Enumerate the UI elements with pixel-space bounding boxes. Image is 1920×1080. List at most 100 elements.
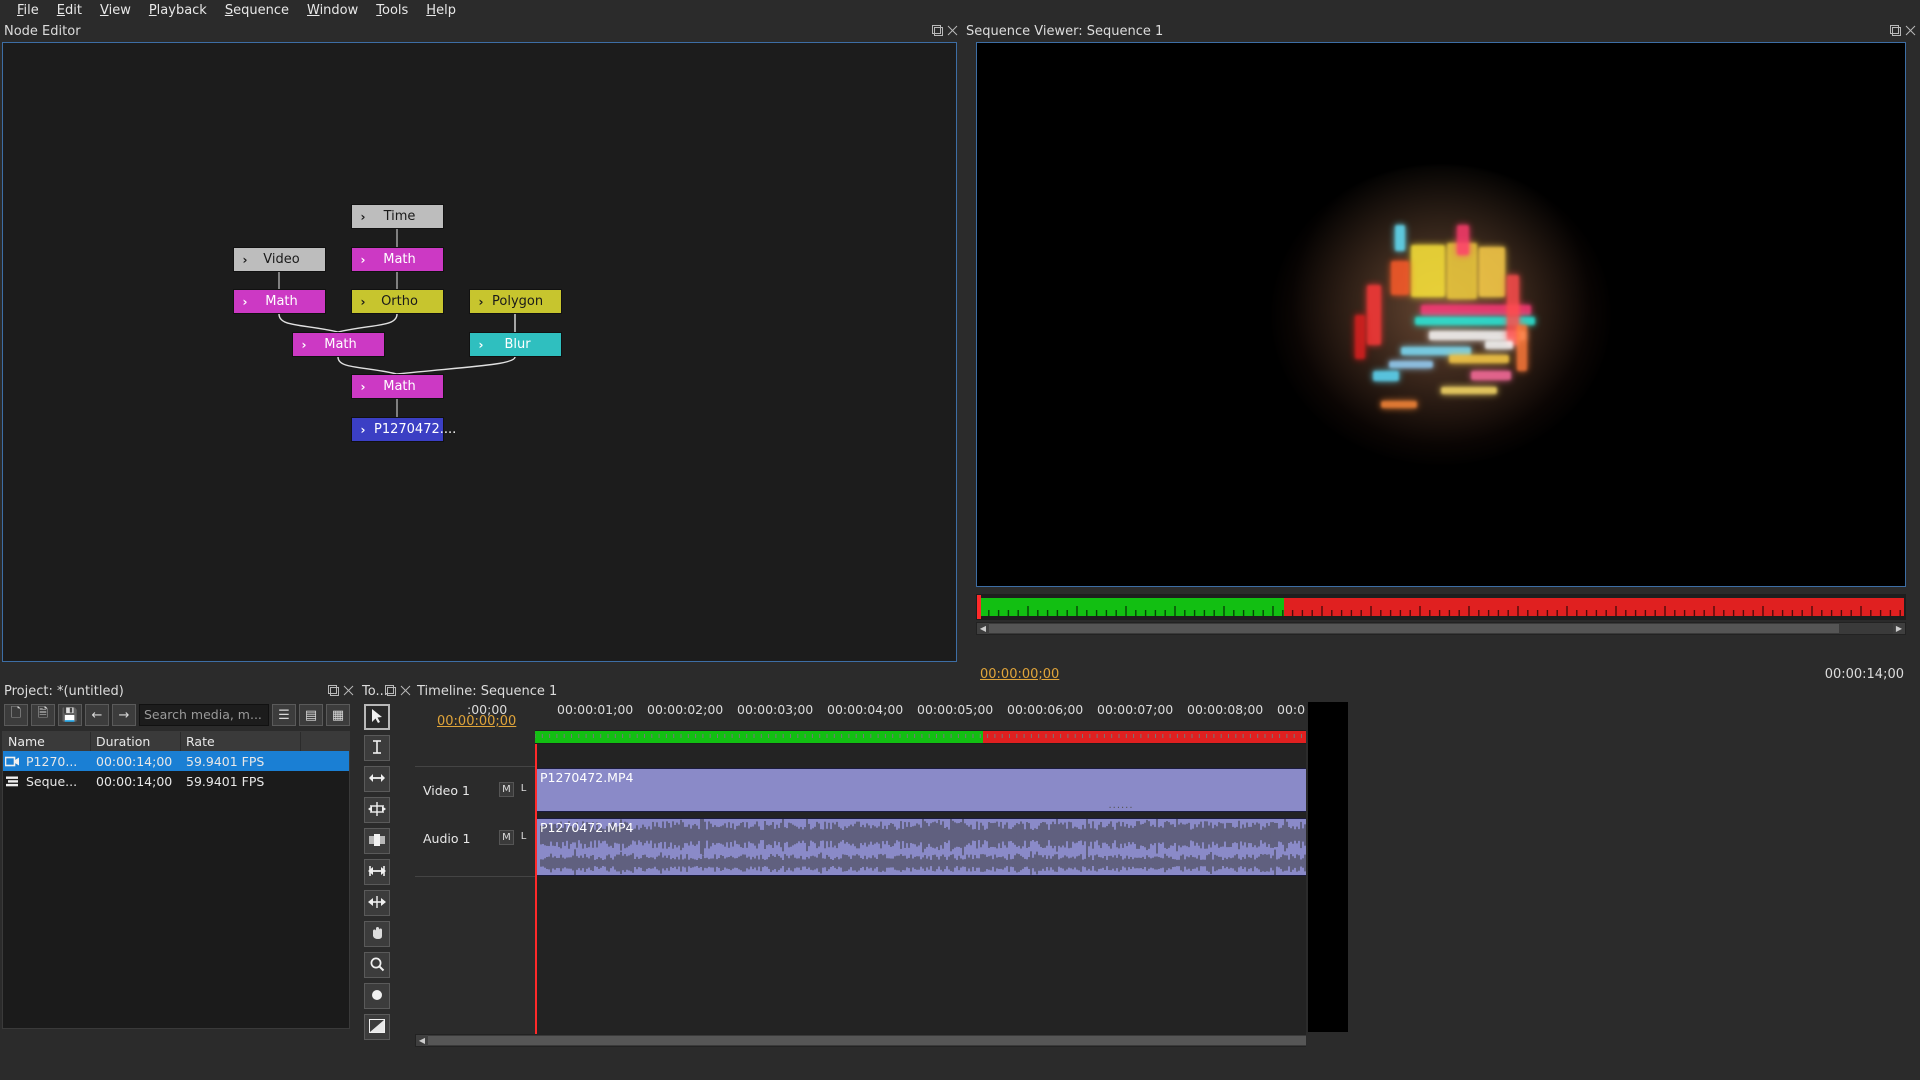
- edit-text-tool-icon: [369, 739, 385, 758]
- float-icon[interactable]: [385, 685, 396, 696]
- close-icon[interactable]: [400, 685, 411, 696]
- table-row[interactable]: P1270... 00:00:14;00 59.9401 FPS: [3, 751, 349, 771]
- column-header-rate[interactable]: Rate: [181, 732, 301, 751]
- record-tool-button[interactable]: [364, 983, 390, 1009]
- razor-tool-button[interactable]: [364, 828, 390, 854]
- node-math2[interactable]: › Math: [233, 289, 326, 314]
- scroll-left-arrow[interactable]: ◀: [416, 1035, 428, 1046]
- menu-item-edit[interactable]: Edit: [48, 1, 91, 21]
- track-lock-button[interactable]: L: [516, 782, 531, 797]
- node-expand-chevron-icon[interactable]: ›: [234, 253, 256, 267]
- save-project-icon: 💾: [61, 707, 79, 723]
- close-icon[interactable]: [1905, 25, 1916, 36]
- menu-item-file[interactable]: File: [8, 1, 48, 21]
- slip-tool-button[interactable]: [364, 859, 390, 885]
- node-math1[interactable]: › Math: [351, 247, 444, 272]
- hand-tool-icon: [369, 925, 385, 944]
- timeline-playhead[interactable]: [535, 744, 537, 1034]
- viewer-playhead[interactable]: [977, 595, 981, 619]
- video-preview[interactable]: [976, 42, 1906, 587]
- track-mute-button[interactable]: M: [499, 782, 514, 797]
- new-project-button[interactable]: 🗋: [4, 704, 28, 726]
- icon-view-button[interactable]: ▦: [326, 704, 350, 726]
- node-expand-chevron-icon[interactable]: ›: [234, 295, 256, 309]
- viewer-horizontal-scrollbar[interactable]: ◀ ▶: [976, 622, 1906, 635]
- transition-tool-button[interactable]: [364, 1014, 390, 1040]
- timeline-current-timecode[interactable]: 00:00:00;00: [437, 714, 516, 729]
- node-expand-chevron-icon[interactable]: ›: [470, 295, 492, 309]
- node-time[interactable]: › Time: [351, 204, 444, 229]
- sequence-viewer-panel-buttons: [1890, 25, 1916, 36]
- column-header-name[interactable]: Name: [3, 732, 91, 751]
- ruler-label: 00:00:01;00: [557, 702, 634, 717]
- scroll-thumb[interactable]: [428, 1036, 1388, 1045]
- node-editor-panel: Node Editor › Time › Video › Math › Math…: [0, 22, 962, 672]
- menu-item-help[interactable]: Help: [417, 1, 465, 21]
- project-media-table[interactable]: Name Duration Rate P1270... 00:00:14;00 59.9…: [2, 731, 350, 1029]
- track-header-video-1[interactable]: Video 1 ML: [415, 780, 535, 802]
- edit-text-tool-button[interactable]: [364, 735, 390, 761]
- node-expand-chevron-icon[interactable]: ›: [470, 338, 492, 352]
- menu-item-window[interactable]: Window: [298, 1, 367, 21]
- scroll-right-arrow[interactable]: ▶: [1893, 623, 1905, 634]
- node-label: Math: [383, 252, 416, 267]
- node-label: Blur: [504, 337, 531, 352]
- detail-view-button[interactable]: ▤: [299, 704, 323, 726]
- node-expand-chevron-icon[interactable]: ›: [352, 210, 374, 224]
- table-row[interactable]: Seque... 00:00:14;00 59.9401 FPS: [3, 771, 349, 791]
- search-input[interactable]: Search media, m...: [139, 704, 269, 726]
- close-icon[interactable]: [343, 685, 354, 696]
- redo-button[interactable]: →: [112, 704, 136, 726]
- project-panel-buttons: [328, 685, 354, 696]
- float-icon[interactable]: [932, 25, 943, 36]
- undo-button[interactable]: ←: [85, 704, 109, 726]
- float-icon[interactable]: [1890, 25, 1901, 36]
- cell-duration: 00:00:14;00: [96, 773, 173, 789]
- node-math4[interactable]: › Math: [351, 374, 444, 399]
- menu-item-sequence[interactable]: Sequence: [216, 1, 298, 21]
- node-expand-chevron-icon[interactable]: ›: [352, 423, 374, 437]
- node-polygon[interactable]: › Polygon: [469, 289, 562, 314]
- ruler-label: 00:00:04;00: [827, 702, 904, 717]
- track-lock-button[interactable]: L: [516, 830, 531, 845]
- column-header-duration[interactable]: Duration: [91, 732, 181, 751]
- slide-tool-button[interactable]: [364, 890, 390, 916]
- track-mute-button[interactable]: M: [499, 830, 514, 845]
- node-graph-canvas[interactable]: › Time › Video › Math › Math › Ortho › Polygon › Math…: [2, 42, 957, 662]
- float-icon[interactable]: [328, 685, 339, 696]
- node-expand-chevron-icon[interactable]: ›: [293, 338, 315, 352]
- project-table-body: P1270... 00:00:14;00 59.9401 FPS Seque... 00…: [3, 751, 349, 791]
- preview-neon-light: [1411, 244, 1445, 297]
- node-math3[interactable]: › Math: [292, 332, 385, 357]
- node-ortho[interactable]: › Ortho: [351, 289, 444, 314]
- list-view-button[interactable]: ☰: [272, 704, 296, 726]
- scroll-left-arrow[interactable]: ◀: [977, 623, 989, 634]
- save-project-button[interactable]: 💾: [58, 704, 82, 726]
- viewer-time-ruler[interactable]: [976, 594, 1906, 620]
- node-expand-chevron-icon[interactable]: ›: [352, 295, 374, 309]
- pointer-tool-button[interactable]: [364, 704, 390, 730]
- audio-meter-display: [1308, 702, 1348, 1032]
- ruler-label: 00:00:03;00: [737, 702, 814, 717]
- track-header-audio-1[interactable]: Audio 1 ML: [415, 828, 535, 850]
- hand-tool-button[interactable]: [364, 921, 390, 947]
- ripple-tool-icon: [368, 770, 386, 789]
- open-project-button[interactable]: 🗎: [31, 704, 55, 726]
- rolling-tool-button[interactable]: [364, 797, 390, 823]
- ripple-tool-button[interactable]: [364, 766, 390, 792]
- zoom-tool-button[interactable]: [364, 952, 390, 978]
- menu-item-view[interactable]: View: [91, 1, 140, 21]
- menu-item-playback[interactable]: Playback: [140, 1, 216, 21]
- node-expand-chevron-icon[interactable]: ›: [352, 380, 374, 394]
- clip-resize-handle[interactable]: ......: [1108, 800, 1133, 811]
- node-blur[interactable]: › Blur: [469, 332, 562, 357]
- viewer-current-timecode[interactable]: 00:00:00;00: [980, 667, 1059, 682]
- node-expand-chevron-icon[interactable]: ›: [352, 253, 374, 267]
- node-clip[interactable]: › P1270472....: [351, 417, 456, 442]
- detail-view-icon: ▤: [304, 707, 318, 723]
- menu-item-tools[interactable]: Tools: [367, 1, 417, 21]
- close-icon[interactable]: [947, 25, 958, 36]
- node-video[interactable]: › Video: [233, 247, 326, 272]
- track-divider: [415, 766, 535, 767]
- scroll-thumb[interactable]: [989, 624, 1839, 633]
